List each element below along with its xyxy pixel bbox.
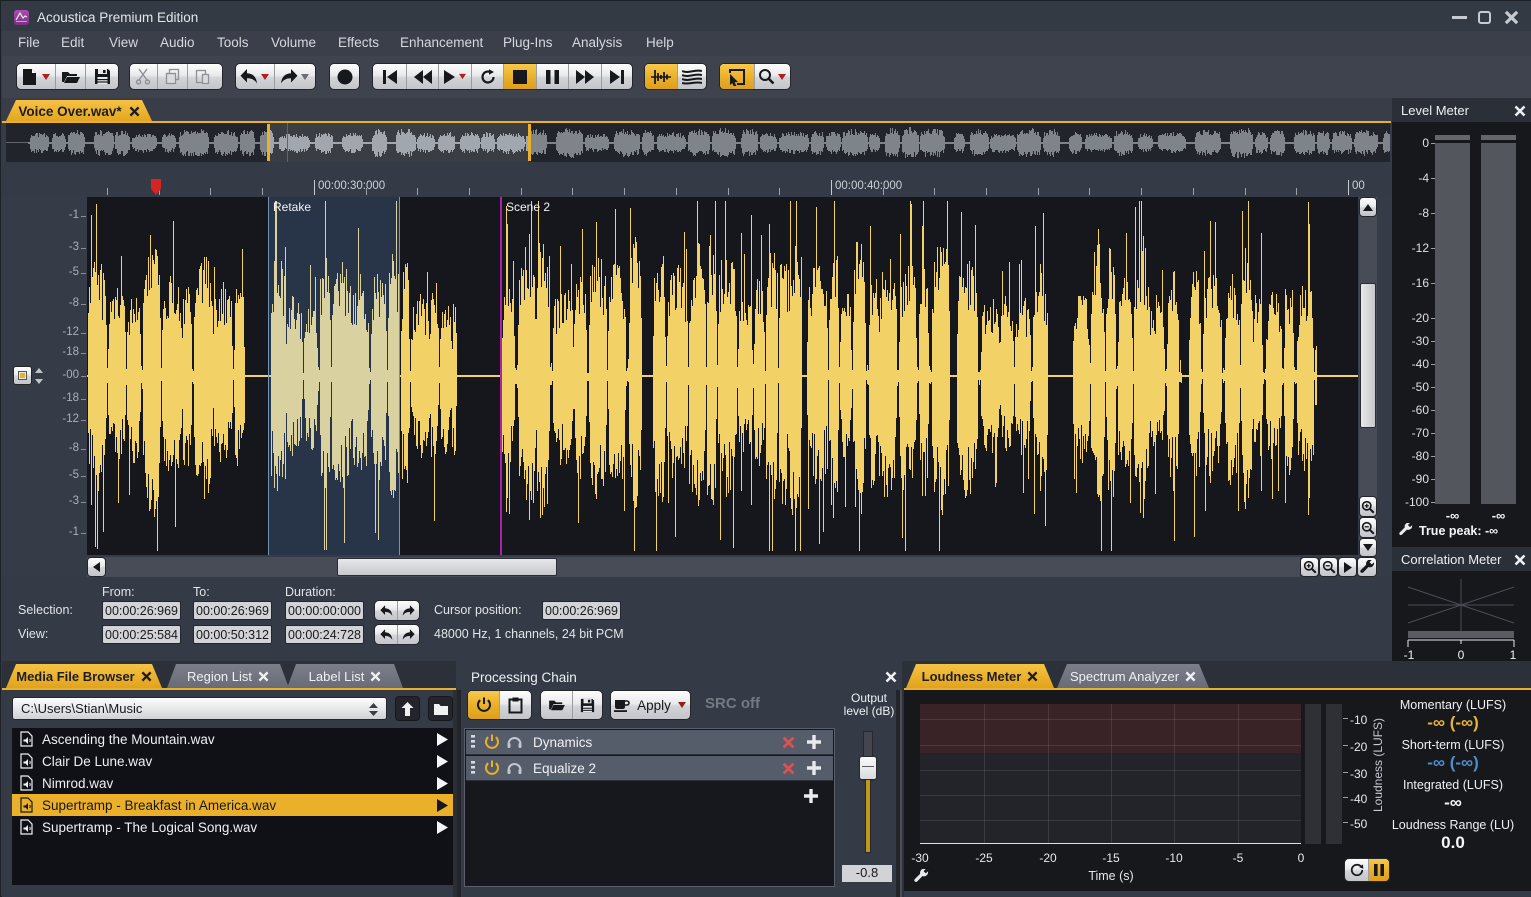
svg-text:-1: -1: [1404, 648, 1415, 661]
svg-text:0: 0: [1458, 648, 1465, 661]
svg-text:1: 1: [1510, 648, 1517, 661]
